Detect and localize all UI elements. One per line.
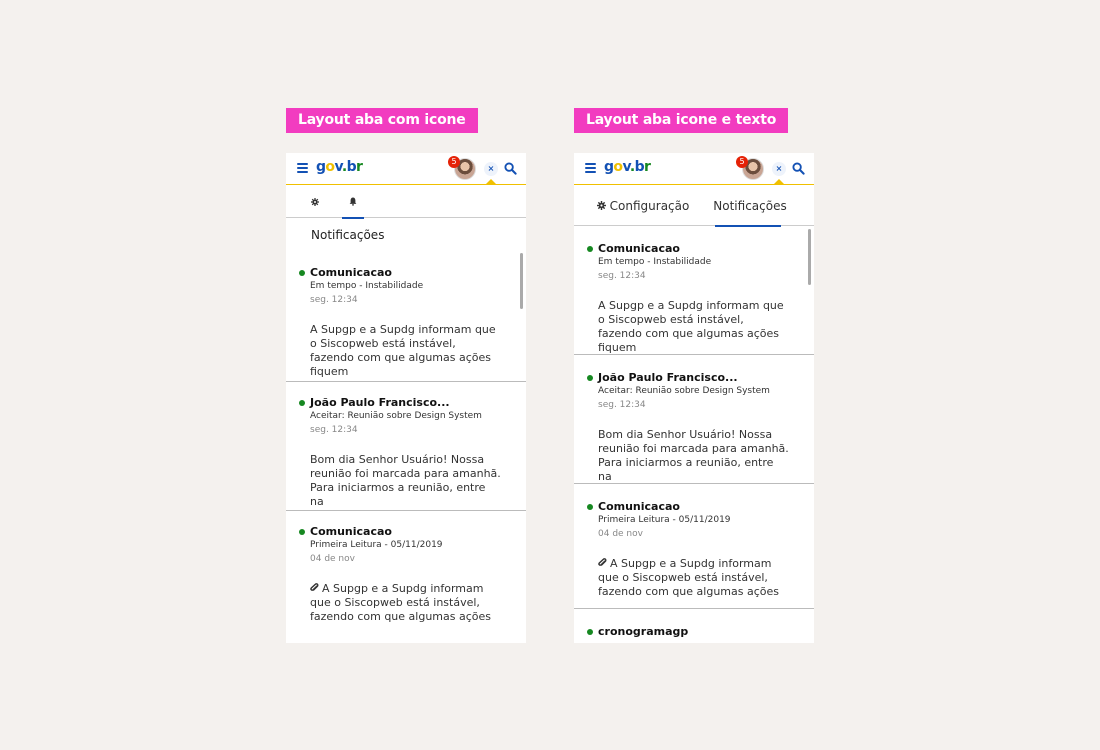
unread-dot bbox=[299, 270, 305, 276]
tab-notificacoes[interactable]: Notificações bbox=[713, 185, 787, 227]
notification-date: seg. 12:34 bbox=[310, 295, 358, 305]
hamburger-menu-icon[interactable] bbox=[585, 163, 596, 173]
govbr-logo[interactable]: gov.br bbox=[316, 159, 363, 175]
unread-dot bbox=[587, 246, 593, 252]
hamburger-menu-icon[interactable] bbox=[297, 163, 308, 173]
notification-item[interactable]: Comunicacao Em tempo - Instabilidade seg… bbox=[286, 252, 526, 382]
notification-title: cronogramagp bbox=[598, 625, 689, 638]
notification-date: seg. 12:34 bbox=[310, 425, 358, 435]
close-button[interactable]: × bbox=[772, 162, 786, 176]
paperclip-icon bbox=[598, 558, 607, 566]
notification-count-badge: 5 bbox=[448, 156, 460, 168]
notification-title: Comunicacao bbox=[310, 266, 392, 279]
section-title: Notificações bbox=[311, 228, 385, 242]
tab-configuracao[interactable]: Configuração bbox=[594, 185, 692, 226]
notification-item[interactable]: cronogramagp bbox=[574, 609, 814, 643]
unread-dot bbox=[299, 400, 305, 406]
notification-body: A Supgp e a Supdg informam que o Siscopw… bbox=[598, 557, 790, 599]
unread-dot bbox=[587, 375, 593, 381]
notification-subtitle: Aceitar: Reunião sobre Design System bbox=[598, 386, 770, 396]
notification-subtitle: Em tempo - Instabilidade bbox=[310, 281, 424, 291]
notification-item[interactable]: João Paulo Francisco... Aceitar: Reunião… bbox=[286, 382, 526, 511]
notification-title: Comunicacao bbox=[598, 242, 680, 255]
mobile-screen-icon-text-tabs: gov.br 5 × Configuração Notificações Com… bbox=[574, 153, 814, 643]
app-header: gov.br 5 × bbox=[286, 153, 526, 185]
notification-subtitle: Em tempo - Instabilidade bbox=[598, 257, 712, 267]
notification-body: A Supgp e a Supdg informam que o Siscopw… bbox=[310, 323, 496, 378]
notification-title: João Paulo Francisco... bbox=[310, 396, 450, 409]
tab-configuracao[interactable] bbox=[304, 185, 326, 218]
layout-label-icon-only: Layout aba com icone bbox=[286, 108, 478, 133]
notification-list: Comunicacao Em tempo - Instabilidade seg… bbox=[286, 252, 526, 643]
active-indicator-arrow bbox=[774, 179, 784, 184]
notification-date: seg. 12:34 bbox=[598, 400, 646, 410]
unread-dot bbox=[587, 504, 593, 510]
tab-bar bbox=[286, 185, 526, 219]
search-icon[interactable] bbox=[504, 162, 517, 175]
notification-date: 04 de nov bbox=[598, 529, 643, 539]
notification-subtitle: Primeira Leitura - 05/11/2019 bbox=[598, 515, 731, 525]
app-header: gov.br 5 × bbox=[574, 153, 814, 185]
notification-body: Bom dia Senhor Usuário! Nossa reunião fo… bbox=[598, 428, 789, 483]
notification-body: Bom dia Senhor Usuário! Nossa reunião fo… bbox=[310, 453, 501, 508]
notification-date: seg. 12:34 bbox=[598, 271, 646, 281]
notification-title: Comunicacao bbox=[310, 525, 392, 538]
close-button[interactable]: × bbox=[484, 162, 498, 176]
tab-bar: Configuração Notificações bbox=[574, 185, 814, 227]
notification-body-text: A Supgp e a Supdg informam que o Siscopw… bbox=[598, 557, 779, 598]
unread-dot bbox=[587, 629, 593, 635]
notification-item[interactable]: Comunicacao Em tempo - Instabilidade seg… bbox=[574, 226, 814, 355]
mobile-screen-icon-tabs: gov.br 5 × Notificações Comunicacao Em t… bbox=[286, 153, 526, 643]
notification-item[interactable]: Comunicacao Primeira Leitura - 05/11/201… bbox=[574, 484, 814, 609]
notification-title: João Paulo Francisco... bbox=[598, 371, 738, 384]
notification-date: 04 de nov bbox=[310, 554, 355, 564]
bell-icon bbox=[349, 197, 357, 206]
notification-body: A Supgp e a Supdg informam que o Siscopw… bbox=[310, 582, 502, 624]
gear-icon bbox=[596, 201, 606, 210]
search-icon[interactable] bbox=[792, 162, 805, 175]
tab-notificacoes[interactable] bbox=[342, 185, 364, 219]
paperclip-icon bbox=[310, 583, 319, 591]
notification-count-badge: 5 bbox=[736, 156, 748, 168]
notification-body-text: A Supgp e a Supdg informam que o Siscopw… bbox=[310, 582, 491, 623]
tab-label: Configuração bbox=[609, 198, 690, 213]
notification-body: A Supgp e a Supdg informam que o Siscopw… bbox=[598, 299, 784, 354]
notification-subtitle: Primeira Leitura - 05/11/2019 bbox=[310, 540, 443, 550]
notification-subtitle: Aceitar: Reunião sobre Design System bbox=[310, 411, 482, 421]
gear-icon bbox=[311, 197, 319, 206]
tab-label: Notificações bbox=[713, 198, 787, 213]
active-indicator-arrow bbox=[486, 179, 496, 184]
notification-item[interactable]: João Paulo Francisco... Aceitar: Reunião… bbox=[574, 355, 814, 484]
notification-title: Comunicacao bbox=[598, 500, 680, 513]
layout-label-icon-text: Layout aba icone e texto bbox=[574, 108, 789, 133]
notification-list: Comunicacao Em tempo - Instabilidade seg… bbox=[574, 226, 814, 643]
notification-item[interactable]: Comunicacao Primeira Leitura - 05/11/201… bbox=[286, 511, 526, 643]
unread-dot bbox=[299, 529, 305, 535]
govbr-logo[interactable]: gov.br bbox=[604, 159, 651, 175]
